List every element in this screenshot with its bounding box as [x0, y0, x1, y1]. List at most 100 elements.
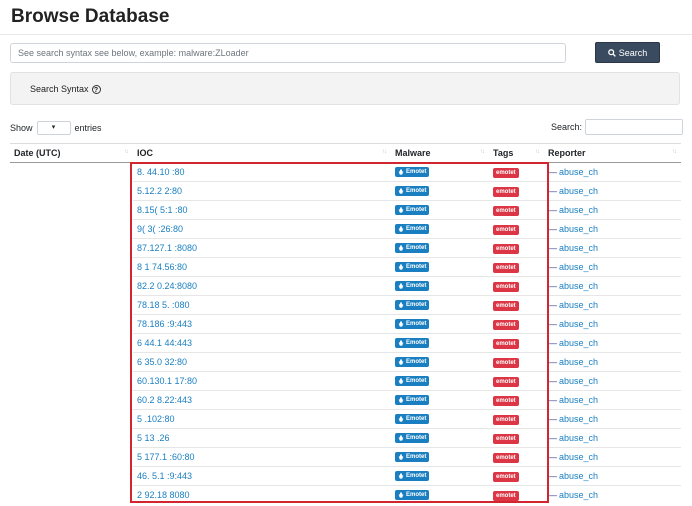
reporter-link[interactable]: — abuse_ch — [548, 414, 598, 424]
date-cell — [10, 372, 133, 391]
bug-icon — [398, 264, 404, 270]
ioc-link[interactable]: 5 .102:80 — [137, 414, 175, 424]
malware-badge[interactable]: Emotet — [395, 186, 430, 196]
tag-badge[interactable]: emotet — [493, 301, 519, 311]
ioc-cell: 46. 5.1 :9:443 — [133, 466, 391, 486]
filter-input[interactable] — [585, 119, 684, 135]
reporter-link[interactable]: — abuse_ch — [548, 167, 598, 177]
date-cell — [10, 334, 133, 353]
entries-select[interactable]: ▾ — [36, 121, 71, 135]
tag-badge[interactable]: emotet — [493, 358, 519, 368]
reporter-cell: — abuse_ch — [544, 219, 681, 239]
tag-badge[interactable]: emotet — [493, 339, 519, 349]
reporter-link[interactable]: — abuse_ch — [548, 281, 598, 291]
search-button-label: Search — [618, 47, 648, 58]
tag-badge[interactable]: emotet — [493, 377, 519, 387]
malware-badge[interactable]: Emotet — [395, 338, 430, 348]
ioc-link[interactable]: 6 35.0 32:80 — [137, 357, 187, 367]
tag-badge[interactable]: emotet — [493, 472, 519, 482]
ioc-link[interactable]: 87.127.1 :8080 — [137, 243, 197, 253]
search-syntax-toggle[interactable]: Search Syntax ? — [30, 84, 101, 94]
malware-badge[interactable]: Emotet — [395, 243, 430, 253]
ioc-link[interactable]: 46. 5.1 :9:443 — [137, 471, 192, 481]
ioc-link[interactable]: 6 44.1 44:443 — [137, 338, 192, 348]
column-header-reporter[interactable]: Reporter ↑↓ — [544, 143, 681, 163]
malware-label: Emotet — [406, 283, 427, 289]
tag-badge[interactable]: emotet — [493, 491, 519, 501]
malware-badge[interactable]: Emotet — [395, 262, 430, 272]
tag-badge[interactable]: emotet — [493, 263, 519, 273]
ioc-link[interactable]: 8.15( 5:1 :80 — [137, 205, 188, 215]
tag-badge[interactable]: emotet — [493, 244, 519, 254]
tag-badge[interactable]: emotet — [493, 225, 519, 235]
column-header-ioc[interactable]: IOC ↑↓ — [133, 143, 391, 163]
malware-badge[interactable]: Emotet — [395, 414, 430, 424]
malware-badge[interactable]: Emotet — [395, 224, 430, 234]
table-row: 8 1 74.56:80 Emotet emotet — abuse_ch — [10, 257, 681, 277]
malware-badge[interactable]: Emotet — [395, 167, 430, 177]
reporter-link[interactable]: — abuse_ch — [548, 452, 598, 462]
malware-badge[interactable]: Emotet — [395, 319, 430, 329]
malware-cell: Emotet — [391, 485, 489, 504]
reporter-link[interactable]: — abuse_ch — [548, 319, 598, 329]
malware-badge[interactable]: Emotet — [395, 395, 430, 405]
malware-badge[interactable]: Emotet — [395, 433, 430, 443]
malware-badge[interactable]: Emotet — [395, 300, 430, 310]
bug-icon — [398, 302, 404, 308]
malware-label: Emotet — [406, 188, 427, 194]
malware-badge[interactable]: Emotet — [395, 205, 430, 215]
reporter-link[interactable]: — abuse_ch — [548, 376, 598, 386]
tag-badge[interactable]: emotet — [493, 187, 519, 197]
tag-badge[interactable]: emotet — [493, 282, 519, 292]
reporter-link[interactable]: — abuse_ch — [548, 471, 598, 481]
malware-label: Emotet — [406, 492, 427, 498]
tag-badge[interactable]: emotet — [493, 206, 519, 216]
ioc-link[interactable]: 78.186 :9:443 — [137, 319, 192, 329]
tag-badge[interactable]: emotet — [493, 453, 519, 463]
reporter-link[interactable]: — abuse_ch — [548, 186, 598, 196]
ioc-link[interactable]: 5 177.1 :60:80 — [137, 452, 195, 462]
ioc-link[interactable]: 8 1 74.56:80 — [137, 262, 187, 272]
reporter-link[interactable]: — abuse_ch — [548, 338, 598, 348]
reporter-link[interactable]: — abuse_ch — [548, 262, 598, 272]
ioc-link[interactable]: 60.130.1 17:80 — [137, 376, 197, 386]
tag-badge[interactable]: emotet — [493, 168, 519, 178]
ioc-link[interactable]: 5.12.2 2:80 — [137, 186, 182, 196]
user-icon: — — [548, 452, 557, 462]
reporter-link[interactable]: — abuse_ch — [548, 224, 598, 234]
malware-badge[interactable]: Emotet — [395, 357, 430, 367]
ioc-link[interactable]: 78.18 5. :080 — [137, 300, 190, 310]
ioc-link[interactable]: 60.2 8.22:443 — [137, 395, 192, 405]
reporter-link[interactable]: — abuse_ch — [548, 395, 598, 405]
search-input[interactable]: See search syntax see below, example: ma… — [10, 43, 566, 63]
malware-badge[interactable]: Emotet — [395, 471, 430, 481]
search-button[interactable]: Search — [595, 42, 660, 63]
malware-badge[interactable]: Emotet — [395, 281, 430, 291]
tag-badge[interactable]: emotet — [493, 434, 519, 444]
ioc-link[interactable]: 2 92.18 8080 — [137, 490, 190, 500]
reporter-link[interactable]: — abuse_ch — [548, 357, 598, 367]
ioc-link[interactable]: 8. 44.10 :80 — [137, 167, 185, 177]
ioc-link[interactable]: 5 13 .26 — [137, 433, 170, 443]
reporter-link[interactable]: — abuse_ch — [548, 433, 598, 443]
search-syntax-panel[interactable]: Search Syntax ? — [10, 72, 680, 105]
ioc-link[interactable]: 9( 3( :26:80 — [137, 224, 183, 234]
tag-badge[interactable]: emotet — [493, 396, 519, 406]
bug-icon — [398, 435, 404, 441]
malware-badge[interactable]: Emotet — [395, 490, 430, 500]
reporter-link[interactable]: — abuse_ch — [548, 205, 598, 215]
reporter-cell: — abuse_ch — [544, 276, 681, 296]
malware-badge[interactable]: Emotet — [395, 452, 430, 462]
tag-badge[interactable]: emotet — [493, 415, 519, 425]
malware-badge[interactable]: Emotet — [395, 376, 430, 386]
malware-cell: Emotet — [391, 257, 489, 277]
sort-icon: ↑↓ — [124, 149, 129, 155]
tag-badge[interactable]: emotet — [493, 320, 519, 330]
ioc-link[interactable]: 82.2 0.24:8080 — [137, 281, 197, 291]
column-header-tags[interactable]: Tags ↑↓ — [489, 143, 544, 163]
column-header-malware[interactable]: Malware ↑↓ — [391, 143, 489, 163]
reporter-link[interactable]: — abuse_ch — [548, 490, 598, 500]
reporter-link[interactable]: — abuse_ch — [548, 300, 598, 310]
column-header-date[interactable]: Date (UTC) ↑↓ — [10, 143, 133, 163]
reporter-link[interactable]: — abuse_ch — [548, 243, 598, 253]
